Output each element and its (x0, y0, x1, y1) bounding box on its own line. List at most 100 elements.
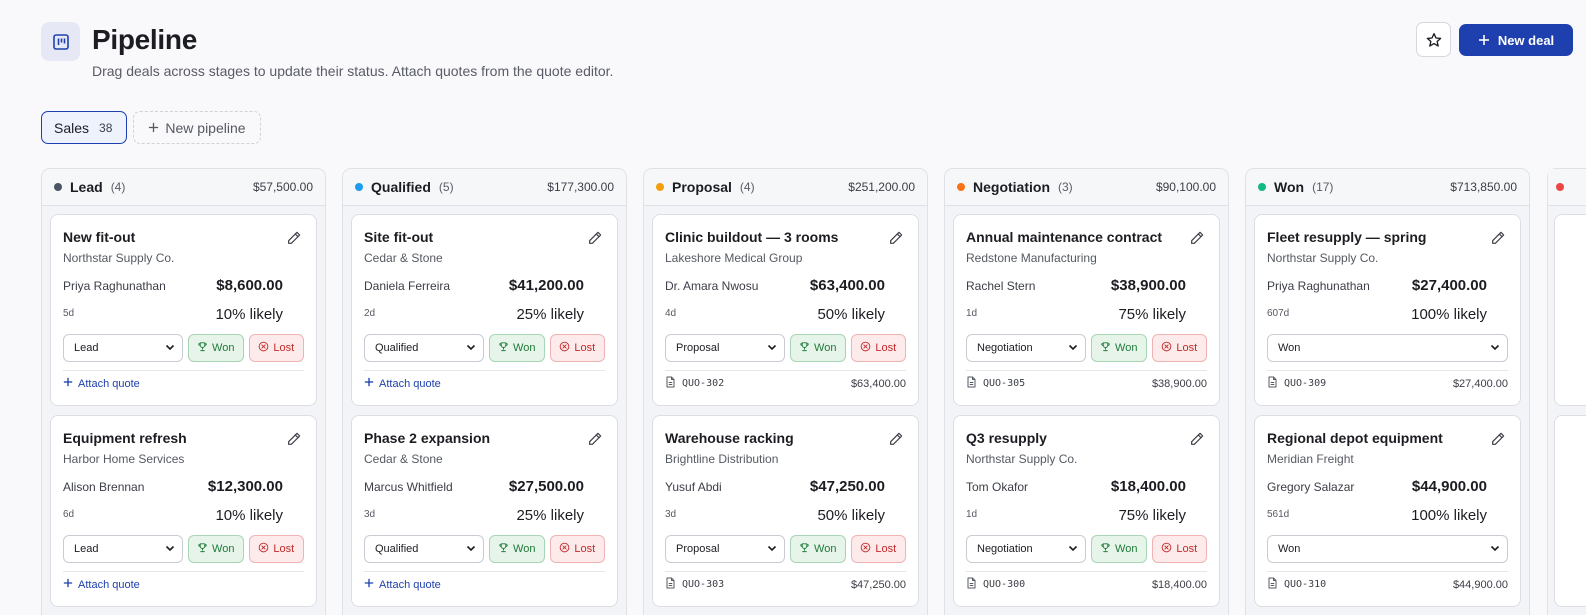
deal-amount: $27,500.00 (508, 478, 584, 495)
mark-lost-button[interactable]: Lost (549, 334, 605, 362)
stage-select[interactable]: Qualified (364, 334, 484, 362)
document-icon (966, 577, 977, 592)
deal-card[interactable]: Annual maintenance contract Redstone Man… (953, 214, 1220, 406)
new-pipeline-button[interactable]: New pipeline (133, 111, 261, 144)
deal-card[interactable]: Q3 resupply Northstar Supply Co. Tom Oka… (953, 415, 1220, 607)
mark-lost-button[interactable]: Lost (248, 334, 304, 362)
deal-card-partial[interactable] (1554, 415, 1586, 607)
deal-amount: $44,900.00 (1411, 478, 1487, 495)
page-title: Pipeline (92, 24, 197, 55)
pencil-icon[interactable] (1490, 230, 1506, 246)
mark-lost-button[interactable]: Lost (1151, 535, 1207, 563)
quote-link[interactable]: QUO-305 (966, 376, 1025, 391)
stage-select[interactable]: Qualified (364, 535, 484, 563)
stage-select[interactable]: Won (1267, 535, 1508, 563)
mark-lost-button[interactable]: Lost (850, 535, 906, 563)
pencil-icon[interactable] (587, 431, 603, 447)
plus-icon (63, 377, 73, 390)
new-deal-button[interactable]: New deal (1459, 24, 1573, 56)
quote-id: QUO-310 (1284, 579, 1327, 590)
quote-link[interactable]: QUO-303 (665, 577, 724, 592)
stage-select-value: Lead (74, 342, 99, 354)
won-label: Won (814, 342, 837, 354)
mark-lost-button[interactable]: Lost (1151, 334, 1207, 362)
deal-card-partial[interactable] (1554, 214, 1586, 406)
pencil-icon[interactable] (1189, 431, 1205, 447)
deal-card[interactable]: Equipment refresh Harbor Home Services A… (50, 415, 317, 607)
pencil-icon[interactable] (888, 431, 904, 447)
mark-won-button[interactable]: Won (790, 535, 846, 563)
quote-link[interactable]: QUO-302 (665, 376, 724, 391)
stage-select[interactable]: Proposal (665, 334, 785, 362)
stage-select[interactable]: Won (1267, 334, 1508, 362)
attach-quote-button[interactable]: Attach quote (63, 377, 140, 390)
mark-won-button[interactable]: Won (489, 535, 545, 563)
deal-probability: 75% likely (1118, 306, 1186, 323)
mark-won-button[interactable]: Won (188, 334, 244, 362)
deal-card[interactable]: Fleet resupply — spring Northstar Supply… (1254, 214, 1521, 406)
pencil-icon[interactable] (286, 431, 302, 447)
column-dot (656, 183, 664, 191)
column-dot (54, 183, 62, 191)
deal-card[interactable]: Clinic buildout — 3 rooms Lakeshore Medi… (652, 214, 919, 406)
column-header: Lead (4) $57,500.00 (42, 169, 325, 206)
column-name: Proposal (672, 179, 732, 195)
mark-won-button[interactable]: Won (188, 535, 244, 563)
stage-select[interactable]: Negotiation (966, 334, 1086, 362)
pencil-icon[interactable] (1490, 431, 1506, 447)
pencil-icon[interactable] (286, 230, 302, 246)
mark-lost-button[interactable]: Lost (850, 334, 906, 362)
mark-lost-button[interactable]: Lost (549, 535, 605, 563)
stage-select[interactable]: Proposal (665, 535, 785, 563)
new-deal-label: New deal (1497, 32, 1555, 48)
column-name: Lead (70, 179, 103, 195)
deal-owner: Gregory Salazar (1267, 480, 1355, 494)
stage-select[interactable]: Lead (63, 535, 183, 563)
deal-card[interactable]: New fit-out Northstar Supply Co. Priya R… (50, 214, 317, 406)
stage-select-value: Proposal (676, 342, 720, 354)
won-label: Won (1115, 342, 1138, 354)
pencil-icon[interactable] (587, 230, 603, 246)
won-label: Won (814, 543, 837, 555)
pencil-icon[interactable] (1189, 230, 1205, 246)
column-next-partial (1547, 168, 1586, 615)
deal-amount: $41,200.00 (508, 277, 584, 294)
deal-owner: Tom Okafor (966, 480, 1029, 494)
stage-select[interactable]: Lead (63, 334, 183, 362)
attach-quote-button[interactable]: Attach quote (364, 377, 441, 390)
quote-link[interactable]: QUO-310 (1267, 577, 1326, 592)
deal-probability: 10% likely (215, 507, 283, 524)
deal-owner: Daniela Ferreira (364, 279, 451, 293)
deal-footer: QUO-309 $27,400.00 (1267, 370, 1508, 396)
attach-quote-button[interactable]: Attach quote (63, 578, 140, 591)
mark-won-button[interactable]: Won (1091, 334, 1147, 362)
chevron-down-icon (465, 341, 477, 356)
deal-owner: Dr. Amara Nwosu (665, 279, 759, 293)
pencil-icon[interactable] (888, 230, 904, 246)
quote-link[interactable]: QUO-309 (1267, 376, 1326, 391)
lost-label: Lost (875, 342, 897, 354)
mark-won-button[interactable]: Won (790, 334, 846, 362)
deal-card[interactable]: Phase 2 expansion Cedar & Stone Marcus W… (351, 415, 618, 607)
stage-select-value: Negotiation (977, 342, 1033, 354)
deal-company: Northstar Supply Co. (966, 452, 1078, 466)
deal-age: 4d (665, 308, 677, 319)
tab-sales[interactable]: Sales 38 (41, 111, 128, 144)
kanban-icon (41, 22, 80, 61)
deal-card[interactable]: Site fit-out Cedar & Stone Daniela Ferre… (351, 214, 618, 406)
mark-lost-button[interactable]: Lost (248, 535, 304, 563)
stage-select-value: Qualified (375, 342, 419, 354)
column-cards: Fleet resupply — spring Northstar Supply… (1246, 206, 1529, 607)
column-cards: Clinic buildout — 3 rooms Lakeshore Medi… (644, 206, 927, 607)
deal-title: Site fit-out (364, 229, 434, 245)
deal-card[interactable]: Regional depot equipment Meridian Freigh… (1254, 415, 1521, 607)
favorite-button[interactable] (1416, 22, 1451, 57)
mark-won-button[interactable]: Won (489, 334, 545, 362)
quote-link[interactable]: QUO-300 (966, 577, 1025, 592)
deal-card[interactable]: Warehouse racking Brightline Distributio… (652, 415, 919, 607)
star-icon (1426, 32, 1441, 47)
stage-select[interactable]: Negotiation (966, 535, 1086, 563)
deal-owner: Alison Brennan (63, 480, 145, 494)
mark-won-button[interactable]: Won (1091, 535, 1147, 563)
attach-quote-button[interactable]: Attach quote (364, 578, 441, 591)
